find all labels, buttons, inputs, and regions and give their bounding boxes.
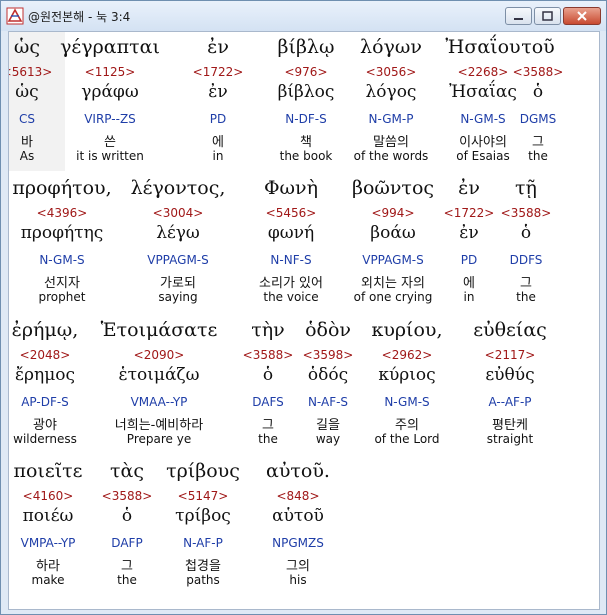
verse-row: ὡς<5613>ὡςCS바Asγέγραπται<1125>γράφωVIRP-… [9, 32, 599, 172]
maximize-icon [542, 11, 553, 21]
english-gloss: Prepare ye [126, 432, 192, 446]
verse-row: προφήτου, <4396> προφήτης N-GM-S 선지자 prophet λ… [9, 173, 599, 313]
english-gloss: it is written [76, 149, 144, 163]
lemma: λέγω [156, 223, 200, 243]
english-gloss: straight [486, 432, 534, 446]
greek-word[interactable]: προφήτου, [9, 177, 122, 199]
strong-number[interactable]: <4396> [9, 206, 122, 220]
korean-gloss: 쓴 [104, 135, 116, 150]
strong-number[interactable]: <2962> [347, 348, 467, 362]
morph-code: N-GM-S [39, 253, 85, 267]
strong-number[interactable]: <3588> [478, 65, 598, 79]
korean-gloss: 가로되 [160, 276, 196, 291]
app-window: @원전본해 - 눅 3:4 ὡς<5613>ὡςCS바Asγέγραπται<1… [0, 0, 607, 615]
morph-code: AP-DF-S [21, 395, 69, 409]
korean-gloss: 광야 [33, 418, 57, 433]
english-gloss: wilderness [13, 432, 77, 446]
korean-gloss: 선지자 [44, 276, 80, 291]
greek-word[interactable]: εὐθείας [450, 319, 570, 341]
morph-code: DGMS [519, 112, 557, 126]
minimize-button[interactable] [505, 7, 532, 25]
morph-code: VIRP--ZS [84, 112, 136, 126]
english-gloss: the [528, 149, 548, 163]
lemma: ὁ [532, 82, 544, 102]
verse-row: ποιεῖτε <4160> ποιέω VMPA--YP 하라 make τὰς <3588… [9, 456, 599, 596]
morph-code: A--AF-P [488, 395, 532, 409]
window-title: @원전본해 - 눅 3:4 [28, 10, 131, 24]
korean-gloss: 그 [520, 276, 532, 291]
morph-code: N-GM-S [384, 395, 430, 409]
greek-word[interactable]: τῇ [466, 177, 586, 199]
greek-word[interactable]: ἐρήμῳ, [9, 319, 105, 341]
english-gloss: of the Lord [374, 432, 440, 446]
close-icon [577, 11, 587, 21]
interlinear-panel[interactable]: ὡς<5613>ὡςCS바Asγέγραπται<1125>γράφωVIRP-… [8, 31, 600, 610]
english-gloss: prophet [38, 290, 86, 304]
english-gloss: his [289, 573, 307, 587]
korean-gloss: 너희는-예비하라 [114, 418, 204, 433]
english-gloss: the [516, 290, 536, 304]
morph-code: VPPAGM-S [147, 253, 209, 267]
verse-row: ἐρήμῳ, <2048> ἔρημος AP-DF-S 광야 wilderness Ἑτο… [9, 315, 599, 455]
morph-code: NPGMZS [272, 536, 324, 550]
app-logo-icon [6, 7, 24, 25]
strong-number[interactable]: <2048> [9, 348, 105, 362]
korean-gloss: 그 [532, 135, 544, 150]
close-button[interactable] [563, 7, 601, 25]
strong-number[interactable]: <2117> [450, 348, 570, 362]
strong-number[interactable]: <1125> [50, 65, 170, 79]
greek-word[interactable]: κυρίου, [347, 319, 467, 341]
lemma: εὐθύς [485, 365, 535, 385]
english-gloss: saying [158, 290, 198, 304]
lemma: ἔρημος [14, 365, 76, 385]
greek-word[interactable]: γέγραπται [50, 36, 170, 58]
lemma: ἑτοιμάζω [118, 365, 200, 385]
korean-gloss: 평탄케 [492, 418, 528, 433]
strong-number[interactable]: <2090> [99, 348, 219, 362]
lemma: γράφω [81, 82, 139, 102]
greek-word[interactable]: τοῦ [478, 36, 598, 58]
strong-number[interactable]: <3004> [118, 206, 238, 220]
strong-number[interactable]: <848> [238, 489, 358, 503]
greek-word[interactable]: Ἑτοιμάσατε [99, 319, 219, 341]
morph-code: DDFS [509, 253, 543, 267]
lemma: αὑτοῦ [272, 506, 324, 526]
morph-code: VMAA--YP [130, 395, 188, 409]
lemma: προφήτης [20, 223, 104, 243]
strong-number[interactable]: <3588> [466, 206, 586, 220]
lemma: ὁ [520, 223, 532, 243]
lemma: κύριος [378, 365, 436, 385]
maximize-button[interactable] [534, 7, 561, 25]
korean-gloss: 주의 [395, 418, 419, 433]
greek-word[interactable]: αὐτοῦ. [238, 460, 358, 482]
greek-word[interactable]: λέγοντος, [118, 177, 238, 199]
title-bar[interactable]: @원전본해 - 눅 3:4 [1, 1, 606, 31]
korean-gloss: 그의 [286, 559, 310, 574]
minimize-icon [514, 18, 523, 20]
